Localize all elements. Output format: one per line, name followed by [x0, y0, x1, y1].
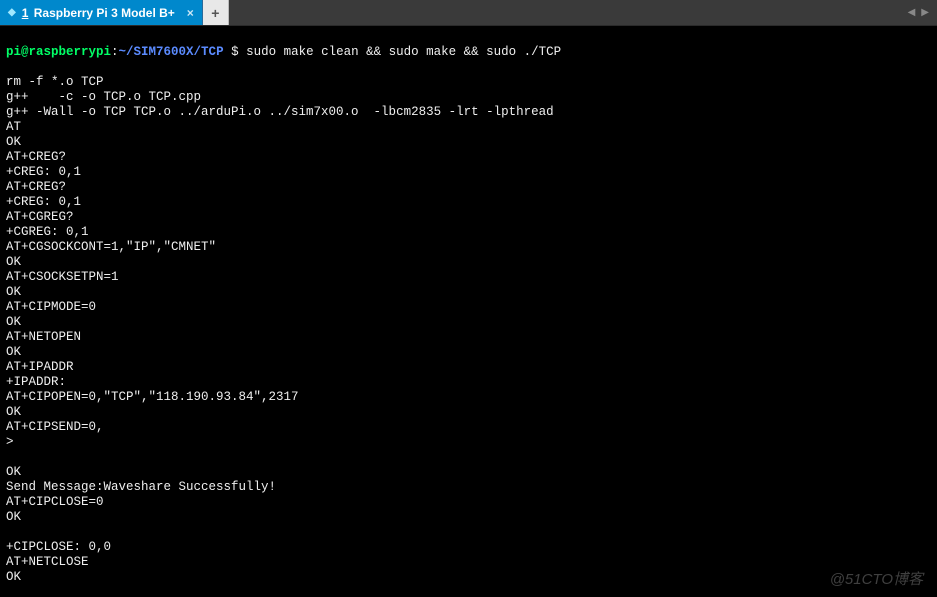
- add-tab-button[interactable]: +: [203, 0, 229, 25]
- tab-indicator-icon: ◆: [8, 7, 16, 18]
- close-icon[interactable]: ×: [187, 6, 194, 20]
- terminal[interactable]: pi@raspberrypi:~/SIM7600X/TCP $ sudo mak…: [0, 26, 937, 597]
- terminal-line: AT+CIPMODE=0: [6, 300, 931, 315]
- terminal-line: AT: [6, 120, 931, 135]
- terminal-line: OK: [6, 285, 931, 300]
- terminal-line: g++ -c -o TCP.o TCP.cpp: [6, 90, 931, 105]
- terminal-line: AT+CIPSEND=0,: [6, 420, 931, 435]
- terminal-line: AT+CIPCLOSE=0: [6, 495, 931, 510]
- tab-title: 1 Raspberry Pi 3 Model B+: [22, 6, 175, 20]
- prompt-user-host: pi@raspberrypi: [6, 45, 111, 59]
- terminal-line: [6, 450, 931, 465]
- prompt-line: pi@raspberrypi:~/SIM7600X/TCP $ sudo mak…: [6, 45, 931, 60]
- terminal-line: rm -f *.o TCP: [6, 75, 931, 90]
- terminal-line: AT+NETOPEN: [6, 330, 931, 345]
- terminal-line: AT+IPADDR: [6, 360, 931, 375]
- terminal-line: AT+NETCLOSE: [6, 555, 931, 570]
- terminal-line: OK: [6, 315, 931, 330]
- terminal-line: +CIPCLOSE: 0,0: [6, 540, 931, 555]
- terminal-line: AT+CGSOCKCONT=1,"IP","CMNET": [6, 240, 931, 255]
- prompt-path: ~/SIM7600X/TCP: [119, 45, 224, 59]
- terminal-line: AT+CGREG?: [6, 210, 931, 225]
- terminal-line: OK: [6, 465, 931, 480]
- terminal-line: OK: [6, 255, 931, 270]
- terminal-line: +IPADDR:: [6, 375, 931, 390]
- tab-active[interactable]: ◆ 1 Raspberry Pi 3 Model B+ ×: [0, 0, 203, 25]
- terminal-line: OK: [6, 135, 931, 150]
- terminal-line: [6, 525, 931, 540]
- nav-left-icon[interactable]: ◀: [906, 7, 918, 18]
- terminal-line: AT+CSOCKSETPN=1: [6, 270, 931, 285]
- tab-nav: ◀ ▶: [900, 0, 937, 25]
- tab-bar: ◆ 1 Raspberry Pi 3 Model B+ × + ◀ ▶: [0, 0, 937, 26]
- tab-bar-spacer: [229, 0, 900, 25]
- terminal-line: OK: [6, 345, 931, 360]
- terminal-line: AT+CREG?: [6, 150, 931, 165]
- nav-right-icon[interactable]: ▶: [919, 7, 931, 18]
- terminal-line: +CREG: 0,1: [6, 165, 931, 180]
- terminal-line: OK: [6, 510, 931, 525]
- terminal-line: AT+CREG?: [6, 180, 931, 195]
- prompt-colon: :: [111, 45, 119, 59]
- terminal-line: >: [6, 435, 931, 450]
- terminal-output: rm -f *.o TCPg++ -c -o TCP.o TCP.cppg++ …: [6, 75, 931, 585]
- terminal-line: OK: [6, 405, 931, 420]
- terminal-line: g++ -Wall -o TCP TCP.o ../arduPi.o ../si…: [6, 105, 931, 120]
- terminal-line: +CREG: 0,1: [6, 195, 931, 210]
- terminal-line: +CGREG: 0,1: [6, 225, 931, 240]
- prompt-command: sudo make clean && sudo make && sudo ./T…: [246, 45, 561, 59]
- terminal-line: AT+CIPOPEN=0,"TCP","118.190.93.84",2317: [6, 390, 931, 405]
- terminal-line: OK: [6, 570, 931, 585]
- prompt-dollar: $: [224, 45, 247, 59]
- terminal-line: Send Message:Waveshare Successfully!: [6, 480, 931, 495]
